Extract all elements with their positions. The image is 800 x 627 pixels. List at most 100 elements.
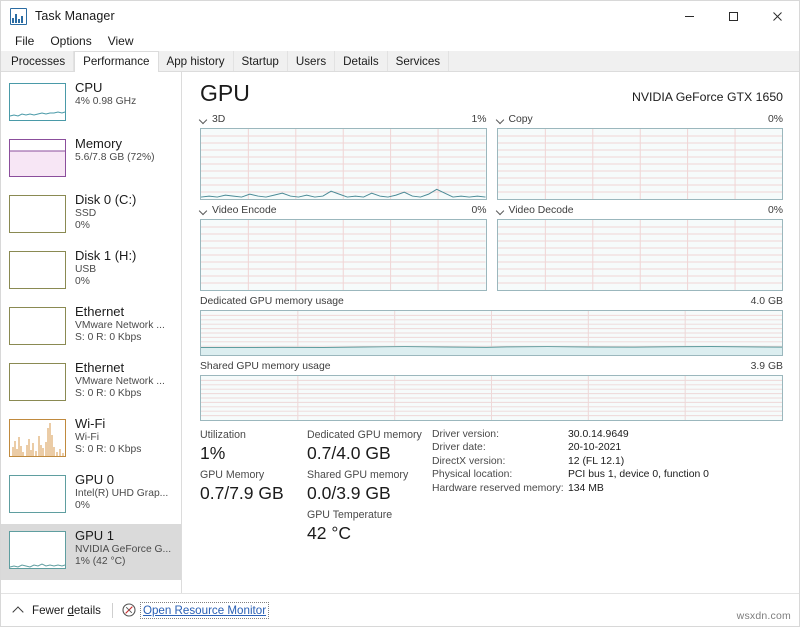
stat-shared-gpu-memory-label: Shared GPU memory [307, 468, 422, 482]
stat-shared-gpu-memory-value: 0.0/3.9 GB [307, 482, 422, 504]
stat-gpu-memory-label: GPU Memory [200, 468, 307, 482]
wifi-line2: S: 0 R: 0 Kbps [75, 444, 141, 456]
stat-dedicated-gpu-memory: Dedicated GPU memory 0.7/4.0 GB [307, 428, 422, 464]
info-value-driver-version: 30.0.14.9649 [568, 428, 629, 441]
info-key-driver-version: Driver version: [432, 428, 568, 441]
task-manager-icon [10, 8, 27, 25]
stat-dedicated-gpu-memory-label: Dedicated GPU memory [307, 428, 422, 442]
title-bar: Task Manager [1, 1, 799, 31]
graph-copy[interactable] [497, 128, 784, 200]
info-row: Physical location: PCI bus 1, device 0, … [432, 468, 709, 481]
sidebar-item-gpu-1[interactable]: GPU 1 NVIDIA GeForce G... 1% (42 °C) [1, 524, 181, 580]
gpu0-line1: Intel(R) UHD Grap... [75, 488, 168, 500]
sidebar-item-gpu-0[interactable]: GPU 0 Intel(R) UHD Grap... 0% [1, 468, 181, 524]
sidebar-item-memory[interactable]: Memory 5.6/7.8 GB (72%) [1, 132, 181, 188]
menu-view[interactable]: View [100, 33, 142, 49]
info-key-physical-location: Physical location: [432, 468, 568, 481]
disk1-line2: 0% [75, 276, 136, 288]
engine-graph-row-2: Video Encode 0% [200, 204, 783, 291]
minimize-button[interactable] [667, 1, 711, 31]
graph-block-3d: 3D 1% [200, 113, 487, 200]
graph-label-copy: Copy [509, 113, 533, 126]
info-value-directx-version: 12 (FL 12.1) [568, 455, 624, 468]
menu-file[interactable]: File [7, 33, 42, 49]
info-row: Driver date: 20-10-2021 [432, 441, 709, 454]
stat-gpu-temperature-label: GPU Temperature [307, 508, 422, 522]
ethernet1-thumbnail-graph [9, 307, 66, 345]
stat-gpu-memory-value: 0.7/7.9 GB [200, 482, 307, 504]
info-row: DirectX version: 12 (FL 12.1) [432, 455, 709, 468]
ethernet1-title: Ethernet [75, 304, 165, 319]
task-manager-window: Task Manager File Options View Processes… [0, 0, 800, 627]
status-bar: Fewer details Open Resource Monitor wsxd… [1, 593, 799, 626]
ethernet1-line2: S: 0 R: 0 Kbps [75, 332, 165, 344]
graph-value-video-decode: 0% [768, 204, 783, 217]
graph-block-shared-memory: Shared GPU memory usage 3.9 GB [200, 360, 783, 421]
info-key-directx-version: DirectX version: [432, 455, 568, 468]
sidebar-item-wifi[interactable]: Wi-Fi Wi-Fi S: 0 R: 0 Kbps [1, 412, 181, 468]
tab-bar: Processes Performance App history Startu… [1, 51, 799, 72]
gpu1-line2: 1% (42 °C) [75, 556, 171, 568]
memory-line1: 5.6/7.8 GB (72%) [75, 152, 155, 164]
tab-startup[interactable]: Startup [234, 51, 288, 71]
open-resource-monitor-link[interactable]: Open Resource Monitor [141, 603, 268, 618]
engine-graph-row-1: 3D 1% [200, 113, 783, 200]
chevron-down-icon[interactable] [200, 116, 208, 124]
graph-block-video-encode: Video Encode 0% [200, 204, 487, 291]
stat-utilization: Utilization 1% [200, 428, 307, 464]
disk0-meta: Disk 0 (C:) SSD 0% [75, 192, 136, 232]
tab-app-history[interactable]: App history [159, 51, 234, 71]
gpu0-title: GPU 0 [75, 472, 168, 487]
resource-sidebar: CPU 4% 0.98 GHz Memory 5.6/7.8 GB (72%) [1, 72, 182, 614]
graph-caption-dedicated-memory: Dedicated GPU memory usage 4.0 GB [200, 295, 783, 308]
stat-shared-gpu-memory: Shared GPU memory 0.0/3.9 GB [307, 468, 422, 504]
chevron-down-icon[interactable] [497, 116, 505, 124]
tab-details[interactable]: Details [335, 51, 387, 71]
graph-video-encode[interactable] [200, 219, 487, 291]
close-button[interactable] [755, 1, 799, 31]
chevron-down-icon[interactable] [497, 207, 505, 215]
sidebar-item-ethernet-1[interactable]: Ethernet VMware Network ... S: 0 R: 0 Kb… [1, 300, 181, 356]
info-value-hardware-reserved-memory: 134 MB [568, 482, 604, 495]
disk0-title: Disk 0 (C:) [75, 192, 136, 207]
sidebar-item-disk-1[interactable]: Disk 1 (H:) USB 0% [1, 244, 181, 300]
menu-options[interactable]: Options [42, 33, 99, 49]
info-value-physical-location: PCI bus 1, device 0, function 0 [568, 468, 709, 481]
stat-gpu-temperature: GPU Temperature 42 °C [307, 508, 422, 544]
status-separator [112, 603, 113, 618]
fewer-details-button[interactable]: Fewer details [13, 604, 101, 617]
chevron-down-icon[interactable] [200, 207, 208, 215]
maximize-button[interactable] [711, 1, 755, 31]
sidebar-item-cpu[interactable]: CPU 4% 0.98 GHz [1, 76, 181, 132]
ethernet2-line1: VMware Network ... [75, 376, 165, 388]
graph-dedicated-memory[interactable] [200, 310, 783, 356]
stat-gpu-temperature-value: 42 °C [307, 522, 422, 544]
stat-utilization-label: Utilization [200, 428, 307, 442]
stat-dedicated-gpu-memory-value: 0.7/4.0 GB [307, 442, 422, 464]
tab-users[interactable]: Users [288, 51, 335, 71]
ethernet2-line2: S: 0 R: 0 Kbps [75, 388, 165, 400]
graph-shared-memory[interactable] [200, 375, 783, 421]
ethernet1-line1: VMware Network ... [75, 320, 165, 332]
tab-services[interactable]: Services [388, 51, 449, 71]
cpu-thumbnail-graph [9, 83, 66, 121]
ethernet2-meta: Ethernet VMware Network ... S: 0 R: 0 Kb… [75, 360, 165, 400]
window-controls [667, 1, 799, 31]
memory-meta: Memory 5.6/7.8 GB (72%) [75, 136, 155, 164]
graph-label-3d: 3D [212, 113, 225, 126]
sidebar-item-disk-0[interactable]: Disk 0 (C:) SSD 0% [1, 188, 181, 244]
tab-processes[interactable]: Processes [3, 51, 74, 71]
graph-value-3d: 1% [471, 113, 486, 126]
disk1-title: Disk 1 (H:) [75, 248, 136, 263]
sidebar-item-ethernet-2[interactable]: Ethernet VMware Network ... S: 0 R: 0 Kb… [1, 356, 181, 412]
graph-video-decode[interactable] [497, 219, 784, 291]
memory-title: Memory [75, 136, 155, 151]
ethernet1-meta: Ethernet VMware Network ... S: 0 R: 0 Kb… [75, 304, 165, 344]
graph-3d[interactable] [200, 128, 487, 200]
graph-block-dedicated-memory: Dedicated GPU memory usage 4.0 GB [200, 295, 783, 356]
info-row: Driver version: 30.0.14.9649 [432, 428, 709, 441]
device-name: NVIDIA GeForce GTX 1650 [632, 90, 783, 104]
tab-performance[interactable]: Performance [74, 51, 158, 72]
ethernet2-thumbnail-graph [9, 363, 66, 401]
content-area: CPU 4% 0.98 GHz Memory 5.6/7.8 GB (72%) [1, 72, 799, 614]
